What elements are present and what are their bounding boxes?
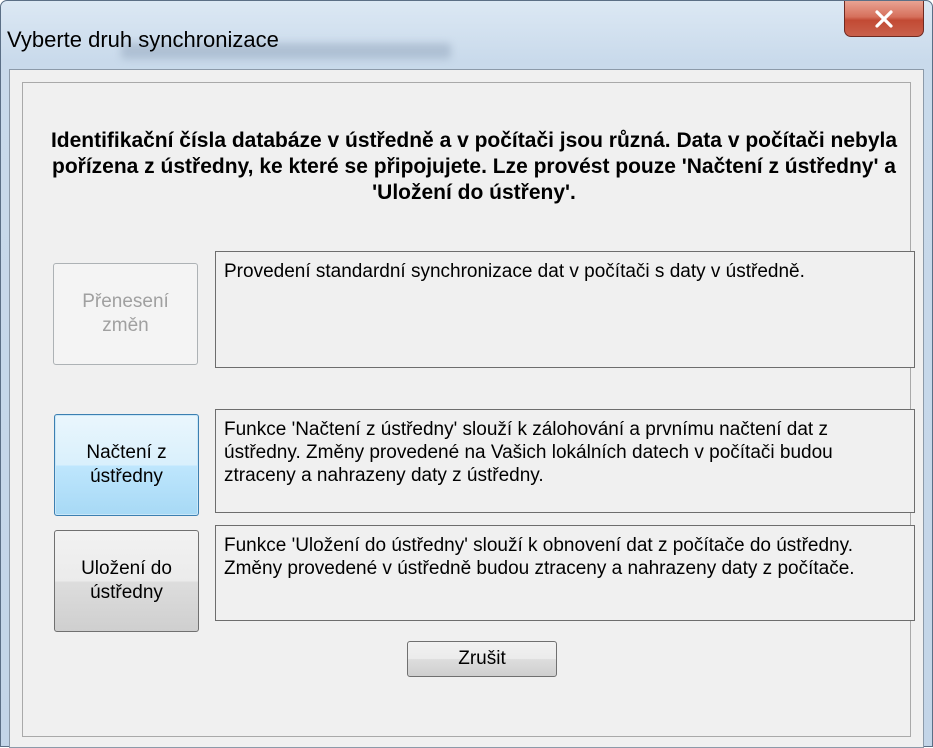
load-from-exchange-description: Funkce 'Načtení z ústředny' slouží k zál… — [215, 409, 915, 513]
cancel-button[interactable]: Zrušit — [407, 641, 557, 677]
close-button[interactable] — [844, 1, 924, 37]
transfer-changes-description: Provedení standardní synchronizace dat v… — [215, 251, 915, 368]
save-to-exchange-button[interactable]: Uložení do ústředny — [54, 530, 199, 632]
save-to-exchange-description: Funkce 'Uložení do ústředny' slouží k ob… — [215, 525, 915, 621]
close-icon — [873, 9, 895, 29]
transfer-changes-button[interactable]: Přenesení změn — [53, 263, 198, 365]
dialog-window: Vyberte druh synchronizace Identifikační… — [0, 0, 933, 748]
warning-message: Identifikační čísla databáze v ústředně … — [50, 129, 898, 204]
title-bar[interactable]: Vyberte druh synchronizace — [1, 1, 932, 69]
window-title: Vyberte druh synchronizace — [7, 27, 279, 52]
dialog-client-area: Identifikační čísla databáze v ústředně … — [9, 69, 924, 748]
load-from-exchange-button[interactable]: Načtení z ústředny — [54, 414, 199, 516]
